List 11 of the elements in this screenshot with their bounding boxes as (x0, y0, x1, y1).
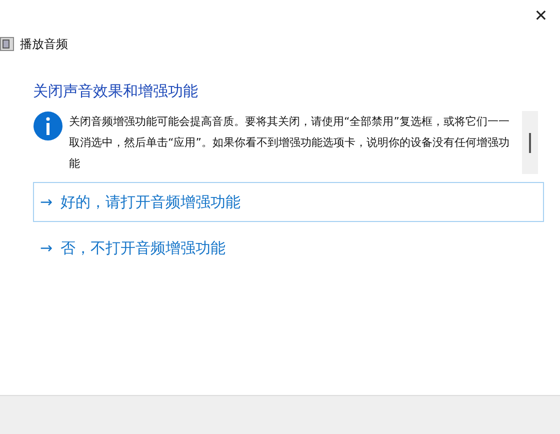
scroll-thumb[interactable] (529, 133, 531, 153)
arrow-icon: → (40, 239, 53, 257)
close-button[interactable]: ✕ (526, 2, 556, 28)
info-icon (33, 111, 63, 141)
info-text: 关闭音频增强功能可能会提高音质。要将其关闭，请使用“全部禁用”复选框，或将它们一一取消选中，然后单击“应用”。如果你看不到增强功能选项卡，说明你的设备没有任何增强功能 (69, 114, 510, 172)
option-link[interactable]: → 好的，请打开音频增强功能 (33, 182, 544, 222)
heading: 关闭声音效果和增强功能 (33, 82, 199, 101)
speaker-icon (0, 37, 14, 51)
scrollbar[interactable] (522, 111, 538, 174)
arrow-icon: → (40, 193, 53, 211)
app-title: 播放音频 (20, 36, 68, 52)
